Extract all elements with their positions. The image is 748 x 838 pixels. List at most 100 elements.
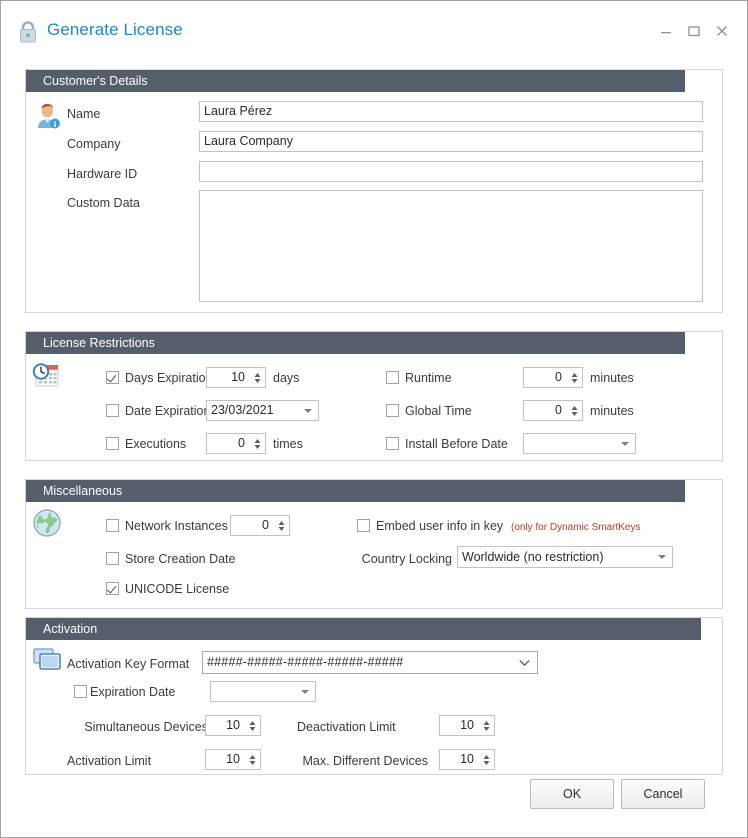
days-expiration-checkbox[interactable] [106,371,119,384]
title-bar: Generate License [1,1,747,51]
country-locking-dropdown[interactable]: Worldwide (no restriction) [457,546,673,568]
maximize-button[interactable] [681,20,707,42]
executions-checkbox[interactable] [106,437,119,450]
embed-user-info-note: (only for Dynamic SmartKeys [511,522,641,533]
cancel-button[interactable]: Cancel [621,779,705,809]
embed-user-info-label: Embed user info in key [376,519,504,533]
simultaneous-devices-value: 10 [226,718,240,732]
executions-value: 0 [238,436,245,450]
spinner-arrows-icon [254,438,261,449]
runtime-unit-label: minutes [590,371,634,385]
install-before-date-label: Install Before Date [405,437,508,451]
install-before-date-checkbox[interactable] [386,437,399,450]
activation-header: Activation [26,618,701,640]
deactivation-limit-value: 10 [460,718,474,732]
minimize-icon [661,32,671,34]
global-time-value: 0 [555,403,562,417]
activation-key-format-dropdown[interactable]: #####-#####-#####-#####-##### [202,651,538,674]
days-expiration-spinner[interactable]: 10 [206,367,266,388]
custom-data-label: Custom Data [67,196,140,210]
calendar-clock-icon [29,359,63,398]
spinner-arrows-icon [571,405,578,416]
executions-spinner[interactable]: 0 [206,433,266,454]
spinner-arrows-icon [483,720,490,731]
network-instances-label: Network Instances [125,519,228,533]
expiration-date-value [211,682,295,701]
date-expiration-checkbox[interactable] [106,404,119,417]
maximize-icon [688,26,700,37]
activation-key-format-value: #####-#####-#####-#####-##### [207,655,404,669]
ok-button[interactable]: OK [530,779,614,809]
executions-unit-label: times [273,437,303,451]
unicode-license-checkbox[interactable] [106,582,119,595]
chevron-down-icon [301,689,309,694]
date-expiration-label: Date Expiration [125,404,211,418]
activation-limit-label: Activation Limit [67,754,152,768]
global-time-checkbox[interactable] [386,404,399,417]
days-unit-label: days [273,371,300,385]
unicode-license-label: UNICODE License [125,582,230,596]
activation-limit-value: 10 [226,752,240,766]
expiration-date-checkbox[interactable] [74,685,87,698]
spinner-arrows-icon [249,754,256,765]
date-expiration-value: 23/03/2021 [211,403,274,417]
miscellaneous-header: Miscellaneous [26,480,685,502]
install-before-date-value [524,434,615,453]
runtime-value: 0 [555,370,562,384]
customer-details-header: Customer's Details [26,70,685,92]
runtime-spinner[interactable]: 0 [523,367,583,388]
runtime-checkbox[interactable] [386,371,399,384]
close-icon [717,26,727,36]
globe-icon [31,507,63,544]
custom-data-textarea[interactable] [199,190,703,302]
max-different-devices-value: 10 [460,752,474,766]
name-label: Name [67,107,101,121]
runtime-label: Runtime [405,371,452,385]
install-before-date-datepicker[interactable] [523,433,636,454]
embed-user-info-checkbox[interactable] [357,519,370,532]
activation-key-format-label: Activation Key Format [67,657,190,671]
global-time-unit-label: minutes [590,404,634,418]
generate-license-dialog: Generate License Customer's Details Name… [0,0,748,838]
executions-label: Executions [125,437,187,451]
network-instances-spinner[interactable]: 0 [230,515,290,536]
max-different-devices-label: Max. Different Devices [302,754,428,768]
max-different-devices-spinner[interactable]: 10 [439,749,495,770]
spinner-arrows-icon [278,520,285,531]
days-expiration-value: 10 [231,370,245,384]
close-button[interactable] [709,20,735,42]
country-locking-label: Country Locking [361,552,452,566]
minimize-button[interactable] [653,20,679,42]
expiration-date-label: Expiration Date [90,685,176,699]
miscellaneous-panel: Miscellaneous Network Instances 0 Store … [25,479,723,609]
activation-panel: Activation Activation Key Format #####-#… [25,617,723,775]
spinner-arrows-icon [571,372,578,383]
lock-icon [17,20,39,44]
page-title: Generate License [47,20,183,39]
network-instances-checkbox[interactable] [106,519,119,532]
spinner-arrows-icon [254,372,261,383]
store-creation-date-label: Store Creation Date [125,552,236,566]
hardware-id-label: Hardware ID [67,167,138,181]
network-instances-value: 0 [262,518,269,532]
global-time-label: Global Time [405,404,472,418]
company-label: Company [67,137,121,151]
expiration-date-datepicker[interactable] [210,681,316,702]
name-input[interactable]: Laura Pérez [199,101,703,122]
company-input[interactable]: Laura Company [199,131,703,152]
store-creation-date-checkbox[interactable] [106,552,119,565]
deactivation-limit-spinner[interactable]: 10 [439,715,495,736]
license-restrictions-panel: License Restrictions Days Expiration 10 … [25,331,723,461]
global-time-spinner[interactable]: 0 [523,400,583,421]
chevron-down-icon [519,659,530,666]
chevron-down-icon [304,408,312,413]
activation-limit-spinner[interactable]: 10 [205,749,261,770]
date-expiration-datepicker[interactable]: 23/03/2021 [206,400,319,421]
license-restrictions-header: License Restrictions [26,332,685,354]
two-screens-icon [31,646,65,679]
user-info-icon [31,99,63,136]
hardware-id-input[interactable] [199,161,703,182]
days-expiration-label: Days Expiration [125,371,213,385]
chevron-down-icon [658,555,666,559]
simultaneous-devices-spinner[interactable]: 10 [205,715,261,736]
